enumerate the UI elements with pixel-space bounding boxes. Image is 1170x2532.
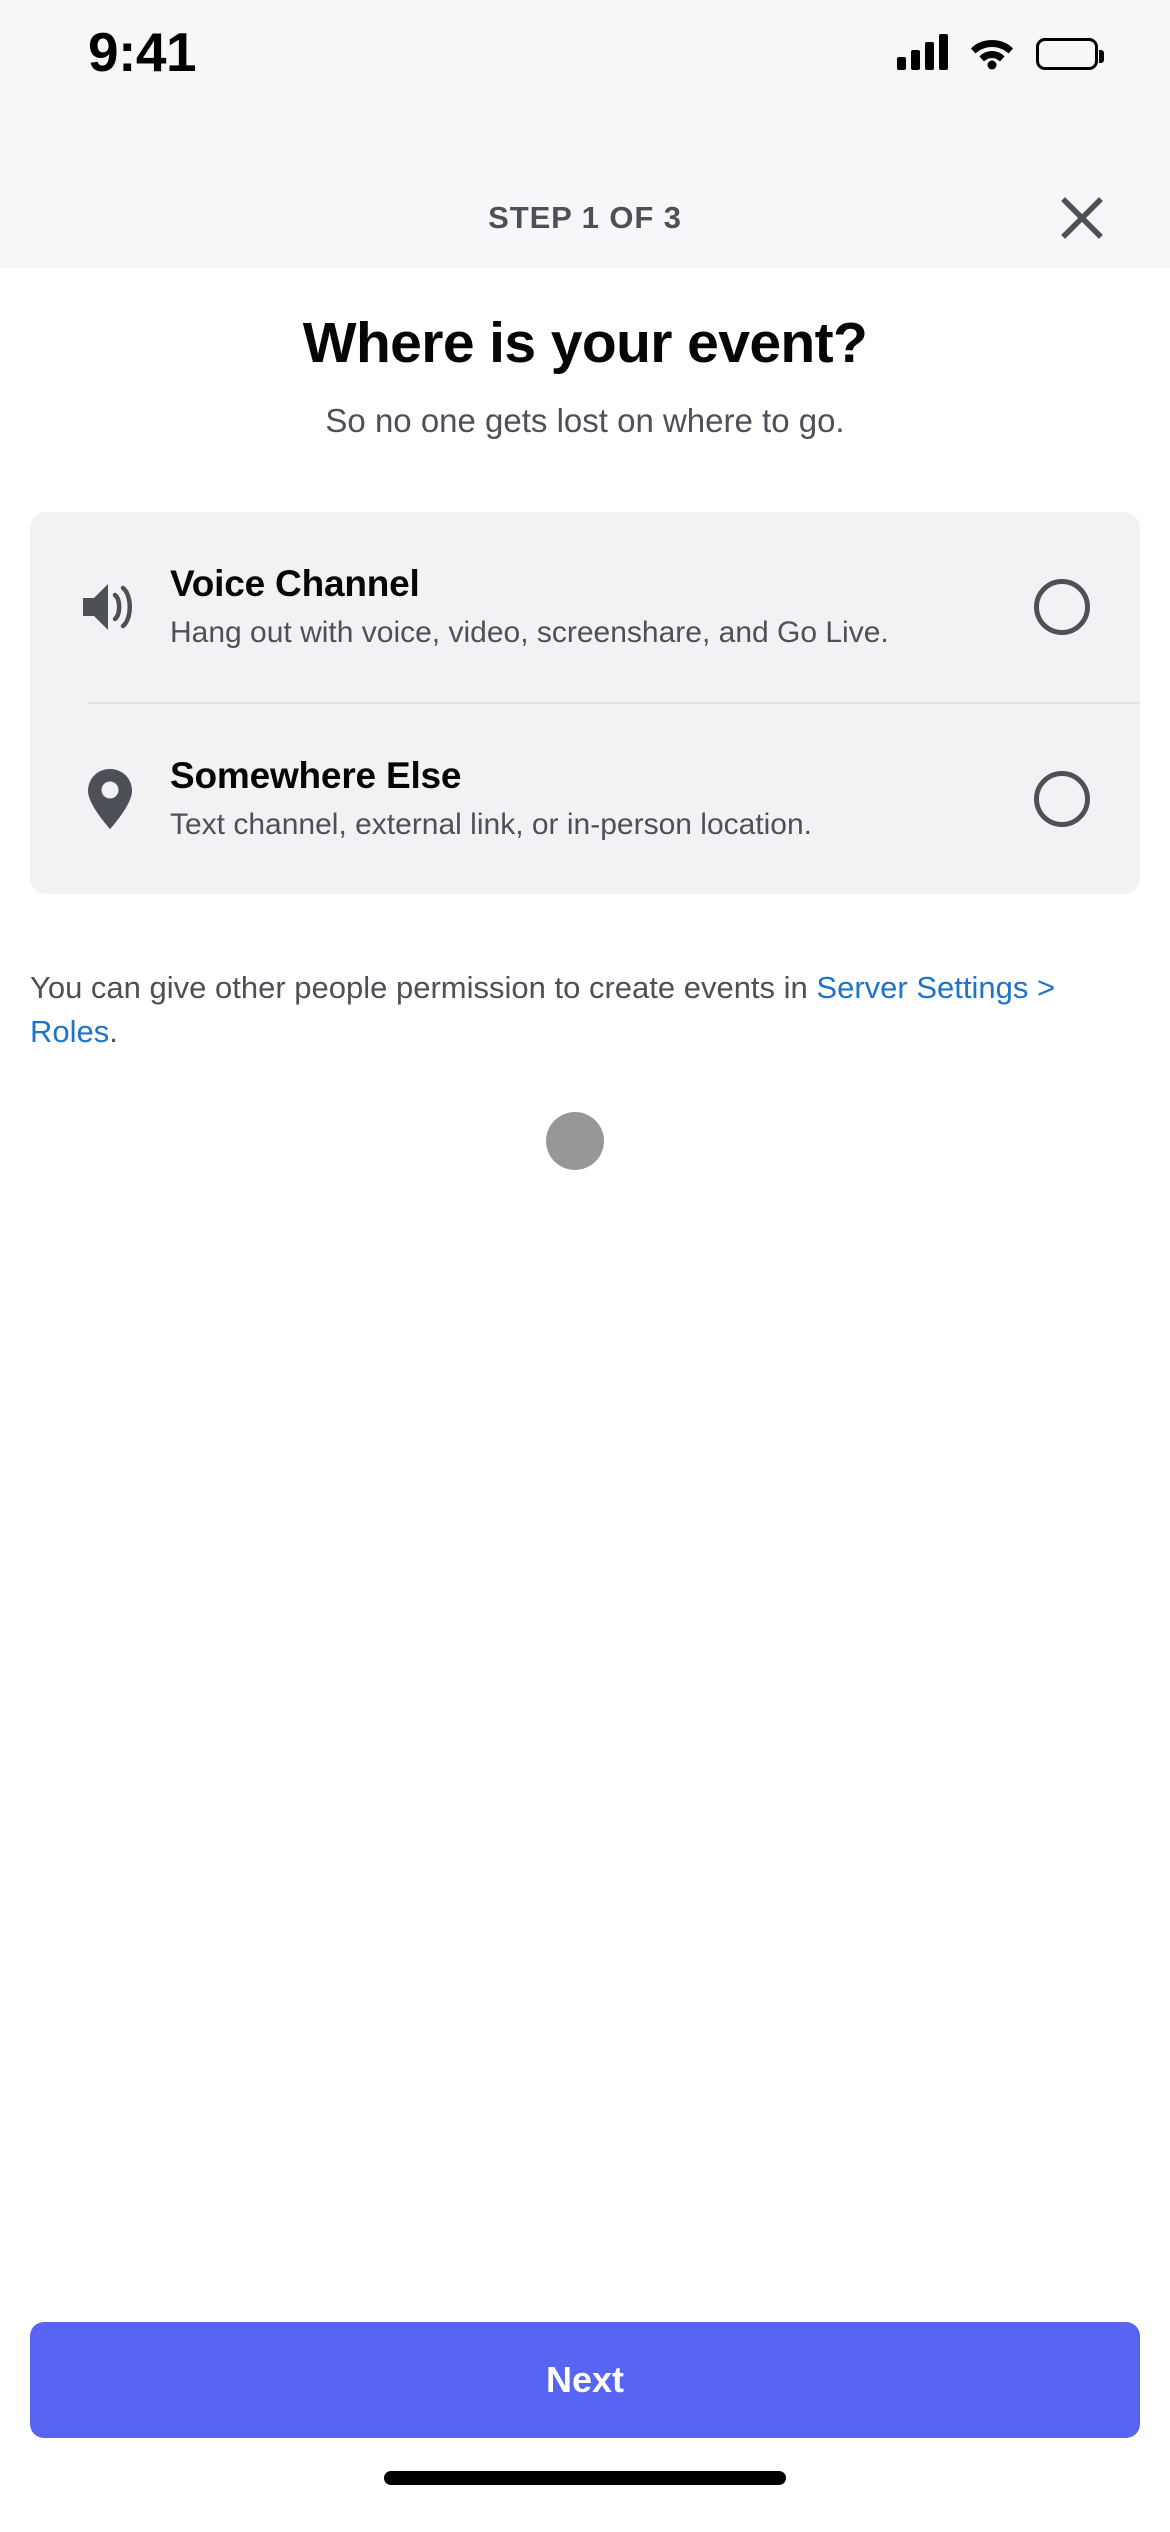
option-description: Text channel, external link, or in-perso… (170, 807, 813, 841)
home-indicator[interactable] (384, 2471, 786, 2485)
close-button[interactable] (1046, 182, 1118, 254)
cellular-signal-icon (897, 34, 948, 70)
footer: Next (0, 2322, 1170, 2532)
home-indicator-area (30, 2438, 1140, 2532)
permissions-helper-text: You can give other people permission to … (30, 966, 1140, 1055)
radio-somewhere-else[interactable] (1034, 771, 1090, 827)
helper-text-lead: You can give other people permission to … (30, 970, 817, 1005)
phone-screen: 9:41 STEP 1 OF 3 Where is your event? So… (0, 0, 1170, 2532)
status-bar-time: 9:41 (88, 21, 197, 83)
close-icon (1061, 197, 1103, 239)
page-title: Where is your event? (302, 311, 868, 375)
step-indicator-label: STEP 1 OF 3 (488, 200, 682, 235)
helper-text-trail: . (109, 1014, 118, 1050)
option-title: Voice Channel (170, 562, 420, 604)
speaker-volume-icon (66, 578, 154, 636)
status-bar: 9:41 (0, 0, 1170, 168)
option-somewhere-else[interactable]: Somewhere Else Text channel, external li… (30, 704, 1140, 894)
modal-header: STEP 1 OF 3 (0, 168, 1170, 268)
option-description: Hang out with voice, video, screenshare,… (170, 615, 889, 649)
option-title: Somewhere Else (170, 754, 462, 796)
option-voice-channel-text: Voice Channel Hang out with voice, video… (154, 562, 1034, 652)
page-subtitle: So no one gets lost on where to go. (325, 402, 845, 439)
location-options-card: Voice Channel Hang out with voice, video… (30, 512, 1140, 894)
next-button[interactable]: Next (30, 2322, 1140, 2438)
radio-voice-channel[interactable] (1034, 579, 1090, 635)
main-content: Where is your event? So no one gets lost… (0, 268, 1170, 2532)
wifi-icon (970, 36, 1014, 70)
location-pin-icon (66, 767, 154, 831)
option-somewhere-else-text: Somewhere Else Text channel, external li… (154, 754, 1034, 844)
option-voice-channel[interactable]: Voice Channel Hang out with voice, video… (30, 512, 1140, 702)
touch-indicator (546, 1112, 604, 1170)
status-bar-indicators (897, 34, 1104, 70)
battery-full-icon (1036, 38, 1104, 70)
